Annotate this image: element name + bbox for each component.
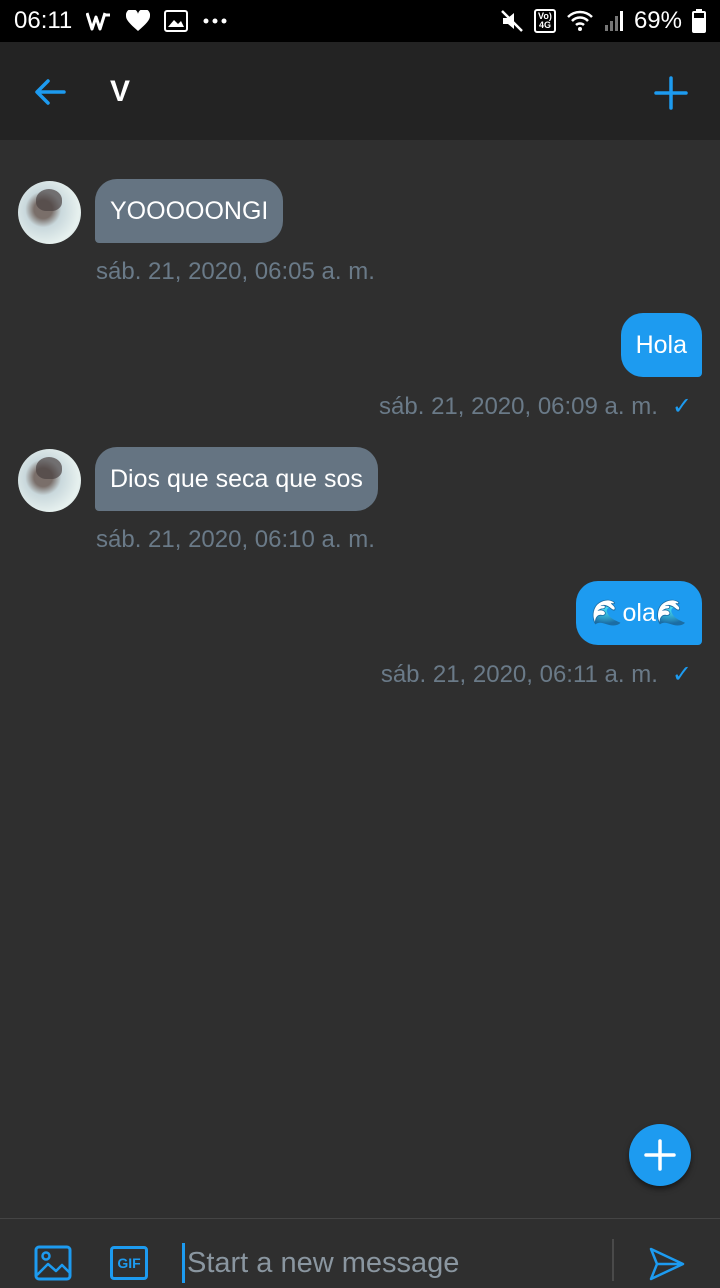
avatar[interactable] [18, 449, 81, 512]
message-timestamp: sáb. 21, 2020, 06:05 a. m. [96, 258, 375, 285]
message-bubble-outgoing[interactable]: Hola [620, 313, 702, 377]
back-button[interactable] [30, 72, 70, 112]
compose-fab-button[interactable] [629, 1124, 691, 1186]
message-timestamp: sáb. 21, 2020, 06:11 a. m. [380, 660, 658, 688]
network-type-label: 4G [538, 20, 551, 30]
sent-check-icon: ✓ [671, 661, 692, 688]
message-bubble-incoming[interactable]: YOOOOONGI [95, 179, 284, 243]
avatar[interactable] [18, 181, 81, 244]
send-button[interactable] [648, 1245, 686, 1283]
status-bar: 06:11 Vo) 4G 69% [0, 0, 720, 42]
message-list[interactable]: YOOOOONGI sáb. 21, 2020, 06:05 a. m. Hol… [0, 140, 720, 1218]
plus-icon [654, 76, 688, 110]
message-bubble-outgoing[interactable]: 🌊ola🌊 [576, 581, 702, 645]
message-meta-outgoing: sáb. 21, 2020, 06:11 a. m. ✓ [381, 660, 692, 689]
add-gif-button[interactable]: GIF [110, 1246, 148, 1280]
heart-icon [126, 10, 151, 32]
arrow-left-icon [35, 79, 66, 105]
more-notifications-icon [202, 17, 228, 25]
send-icon [649, 1247, 685, 1281]
message-meta-outgoing: sáb. 21, 2020, 06:09 a. m. ✓ [379, 392, 692, 421]
message-composer: GIF [0, 1218, 720, 1283]
battery-percent: 69% [633, 7, 682, 34]
message-bubble-incoming[interactable]: Dios que seca que sos [95, 447, 378, 511]
battery-icon [692, 9, 706, 33]
signal-icon [604, 10, 624, 32]
app-w-icon [86, 11, 112, 31]
add-participant-button[interactable] [650, 72, 692, 114]
volte-4g-icon: Vo) 4G [533, 9, 556, 33]
conversation-header: V [0, 42, 720, 140]
status-time: 06:11 [14, 7, 73, 34]
plus-icon [644, 1139, 676, 1171]
message-timestamp: sáb. 21, 2020, 06:10 a. m. [96, 526, 375, 553]
sent-check-icon: ✓ [671, 393, 692, 420]
conversation-title[interactable]: V [110, 72, 130, 112]
message-input[interactable] [182, 1243, 592, 1283]
wifi-icon [566, 10, 594, 32]
composer-divider [612, 1239, 614, 1281]
mute-icon [500, 9, 524, 33]
gallery-icon [164, 10, 189, 32]
image-icon [34, 1245, 72, 1281]
message-timestamp: sáb. 21, 2020, 06:09 a. m. [379, 392, 658, 420]
add-photo-button[interactable] [34, 1245, 72, 1281]
